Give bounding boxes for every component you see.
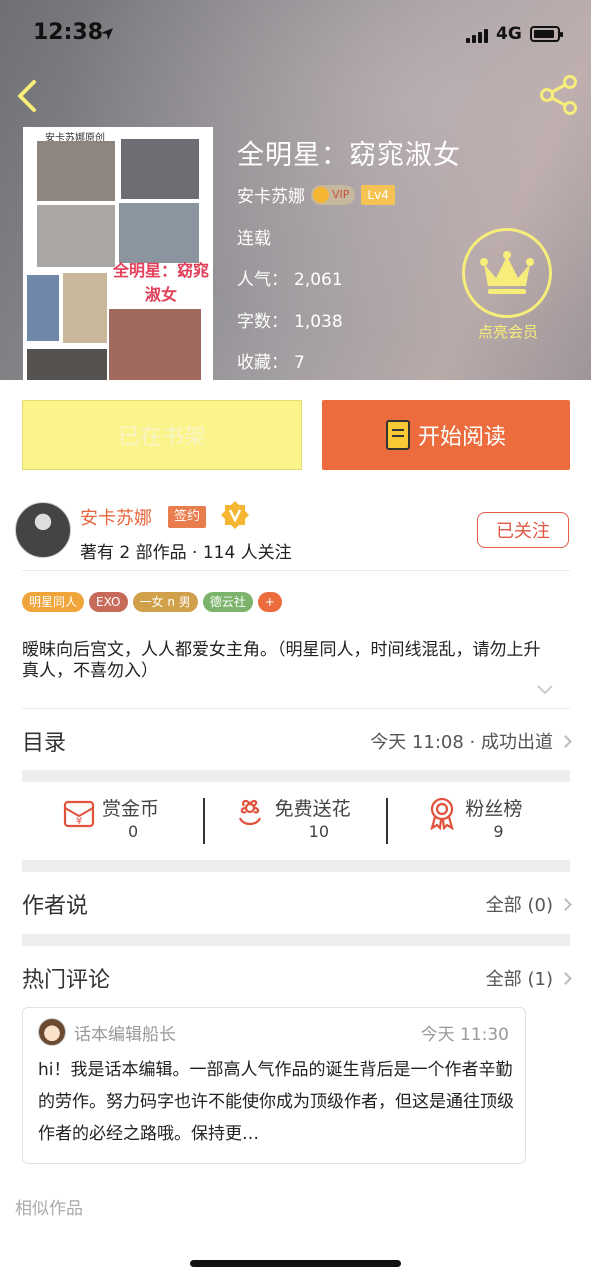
stat-name: 赏金币 xyxy=(102,798,160,820)
author-name[interactable]: 安卡苏娜 xyxy=(80,504,152,530)
cover-photo xyxy=(121,139,199,199)
tag-chip[interactable]: EXO xyxy=(89,592,128,612)
status-time: 12:38 xyxy=(33,20,104,45)
svg-text:¥: ¥ xyxy=(76,816,82,827)
fan-ranking[interactable]: 粉丝榜 9 xyxy=(387,790,570,850)
crown-icon xyxy=(462,228,552,318)
member-label: 点亮会员 xyxy=(477,323,538,341)
home-indicator xyxy=(0,1230,591,1280)
word-count: 字数： 1,038 xyxy=(237,312,343,332)
book-cover[interactable]: 安卡苏娜原创 全明星：窈窕淑女 xyxy=(23,127,213,382)
cover-photo xyxy=(63,273,107,343)
add-tag-button[interactable]: + xyxy=(257,592,282,612)
tag-list: 明星同人 EXO 一女 n 男 德云社 + xyxy=(22,592,282,612)
stat-value: 10 xyxy=(308,822,330,841)
author-card[interactable]: 安卡苏娜 签约 著有 2 部作品 · 114 人关注 已关注 xyxy=(15,500,575,564)
author-says-row[interactable]: 作者说 全部 (0) xyxy=(22,886,572,922)
back-button[interactable] xyxy=(12,76,46,116)
cover-photo xyxy=(109,309,201,382)
author-says-all: 全部 (0) xyxy=(486,891,572,917)
comment-card[interactable]: 话本编辑船长 今天 11:30 hi！我是话本编辑。一部高人气作品的诞生背后是一… xyxy=(22,1007,526,1164)
network-type: 4G xyxy=(496,24,522,44)
serial-status: 连载 xyxy=(237,229,271,249)
stats-bar: ¥ 赏金币 0 免费送花 10 粉丝榜 9 xyxy=(22,790,570,850)
tag-chip[interactable]: 一女 n 男 xyxy=(132,592,198,612)
battery-icon xyxy=(530,26,563,42)
free-flowers[interactable]: 免费送花 10 xyxy=(205,790,388,850)
signal-strength-icon xyxy=(466,27,488,43)
coin-envelope-icon: ¥ xyxy=(63,800,95,828)
commenter-avatar[interactable] xyxy=(38,1018,66,1046)
author-avatar[interactable] xyxy=(15,502,71,558)
chevron-right-icon xyxy=(559,971,572,985)
section-separator xyxy=(22,934,570,946)
section-separator xyxy=(22,860,570,872)
stat-name: 免费送花 xyxy=(274,798,351,820)
cover-title: 全明星：窈窕淑女 xyxy=(112,261,209,304)
divider xyxy=(22,570,570,571)
detail-panel: 已在书架 开始阅读 安卡苏娜 签约 著有 2 部作品 · 114 人关注 已关注… xyxy=(0,380,591,1230)
vip-badge: VIP xyxy=(311,184,356,205)
divider xyxy=(22,708,570,709)
comment-time: 今天 11:30 xyxy=(420,1025,509,1045)
signed-tag: 签约 xyxy=(168,506,207,528)
hot-comments-row[interactable]: 热门评论 全部 (1) xyxy=(22,960,572,996)
cover-photo xyxy=(119,203,199,263)
start-reading-button[interactable]: 开始阅读 xyxy=(322,400,570,470)
book-description: 暧昧向后宫文，人人都爱女主角。（明星同人，时间线混乱，请勿上升真人，不喜勿入） xyxy=(22,640,541,681)
commenter-name[interactable]: 话本编辑船长 xyxy=(74,1020,176,1045)
in-bookshelf-button[interactable]: 已在书架 xyxy=(22,400,302,470)
stat-value: 9 xyxy=(493,822,504,841)
catalog-row[interactable]: 目录 今天 11:08 · 成功出道 xyxy=(22,724,572,758)
cover-photo xyxy=(37,205,115,267)
ribbon-badge-icon xyxy=(430,797,455,830)
comment-text: hi！我是话本编辑。一部高人气作品的诞生背后是一个作者辛勤的劳作。努力码字也许不… xyxy=(38,1060,514,1144)
popularity: 人气： 2,061 xyxy=(237,270,343,290)
author-stats: 著有 2 部作品 · 114 人关注 xyxy=(80,543,292,563)
book-title: 全明星：窈窕淑女 xyxy=(237,140,461,171)
following-button[interactable]: 已关注 xyxy=(477,512,569,548)
level-badge: Lv4 xyxy=(361,184,395,205)
stat-value: 0 xyxy=(128,822,139,841)
cover-photo xyxy=(27,349,107,382)
status-bar: 12:38 4G xyxy=(0,0,591,70)
book-author[interactable]: 安卡苏娜 xyxy=(237,182,305,207)
verified-v-icon xyxy=(221,501,249,529)
flower-icon xyxy=(238,799,261,826)
member-button[interactable]: 点亮会员 xyxy=(462,228,554,342)
chevron-right-icon xyxy=(559,734,572,748)
latest-chapter: 今天 11:08 · 成功出道 xyxy=(370,728,572,754)
tag-chip[interactable]: 明星同人 xyxy=(22,592,85,612)
favorites-count: 收藏： 7 xyxy=(237,353,305,373)
author-says-label: 作者说 xyxy=(22,894,89,919)
reward-coins[interactable]: ¥ 赏金币 0 xyxy=(22,790,205,850)
vip-crown-icon xyxy=(313,186,329,203)
section-separator xyxy=(22,770,570,782)
stat-name: 粉丝榜 xyxy=(465,798,523,820)
hot-comments-all: 全部 (1) xyxy=(486,965,572,991)
tag-chip[interactable]: 德云社 xyxy=(202,592,253,612)
catalog-label: 目录 xyxy=(22,731,67,756)
share-icon[interactable] xyxy=(538,74,580,116)
cover-photo xyxy=(27,275,59,341)
stat-divider xyxy=(203,798,205,844)
book-author-line: 安卡苏娜 VIP Lv4 xyxy=(237,182,395,207)
chevron-right-icon xyxy=(559,897,572,911)
location-arrow-icon xyxy=(101,28,113,40)
cover-photo xyxy=(37,141,115,201)
stat-divider xyxy=(386,798,388,844)
expand-chevron-icon[interactable] xyxy=(536,684,554,696)
hot-comments-label: 热门评论 xyxy=(22,968,111,993)
book-icon xyxy=(385,420,410,450)
similar-works-label: 相似作品 xyxy=(15,1199,83,1219)
